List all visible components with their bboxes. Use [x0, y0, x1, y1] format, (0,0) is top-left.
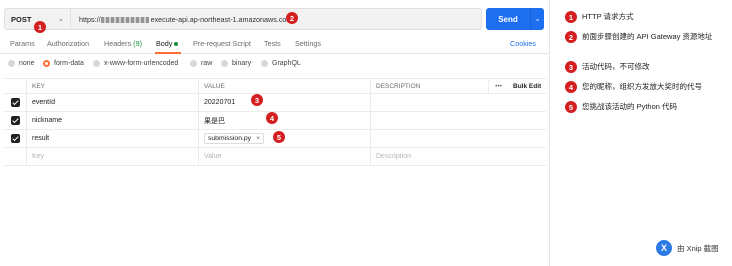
legend-badge: 1 — [565, 11, 577, 23]
radio-none[interactable]: none — [8, 60, 35, 67]
key-cell[interactable]: nickname — [26, 112, 198, 129]
row-enabled-checkbox[interactable] — [10, 98, 20, 107]
legend-badge: 2 — [565, 31, 577, 43]
send-options-chevron-icon[interactable]: ⌄ — [530, 8, 544, 30]
tab-pre-request-script[interactable]: Pre-request Script — [193, 39, 251, 48]
tab-settings[interactable]: Settings — [295, 39, 321, 48]
value-cell[interactable]: 20220701 — [198, 94, 370, 111]
request-tabs: Params Authorization Headers (9) Body Pr… — [0, 34, 550, 54]
column-value: VALUE — [198, 79, 370, 93]
radio-graphql[interactable]: GraphQL — [261, 60, 301, 67]
description-cell[interactable] — [370, 112, 488, 129]
url-input[interactable]: https:// execute-api.ap-northeast-1.amazo… — [71, 15, 292, 24]
send-button[interactable]: Send — [486, 8, 530, 30]
table-row-placeholder: Key Value Description — [4, 148, 546, 166]
url-redacted — [100, 16, 149, 23]
radio-raw[interactable]: raw — [190, 60, 212, 67]
description-cell[interactable] — [370, 130, 488, 147]
row-enabled-checkbox[interactable] — [10, 134, 20, 143]
value-cell[interactable]: 果是巴 — [198, 112, 370, 129]
tab-params[interactable]: Params — [10, 39, 35, 48]
legend-badge: 4 — [565, 81, 577, 93]
column-key: KEY — [26, 79, 198, 93]
tab-tests[interactable]: Tests — [264, 39, 281, 48]
table-row: eventId 20220701 — [4, 94, 546, 112]
legend-item-5: 5 您挑战该活动的 Python 代码 — [565, 101, 722, 113]
tab-headers[interactable]: Headers (9) — [104, 39, 142, 48]
callout-badge-1: 1 — [34, 21, 46, 33]
row-enabled-checkbox[interactable] — [10, 116, 20, 125]
file-chip[interactable]: submission.py × — [204, 133, 265, 144]
value-placeholder[interactable]: Value — [198, 148, 370, 165]
radio-binary[interactable]: binary — [221, 60, 251, 67]
method-label: POST — [11, 14, 32, 24]
legend-text: 前面步骤创建的 API Gateway 资源地址 — [582, 32, 713, 41]
legend-badge: 3 — [565, 61, 577, 73]
url-prefix: https:// — [79, 14, 101, 24]
key-placeholder[interactable]: Key — [26, 148, 198, 165]
url-suffix: execute-api.ap-northeast-1.amazonaws.com — [150, 14, 293, 24]
legend-badge: 5 — [565, 101, 577, 113]
cookies-link[interactable]: Cookies — [510, 39, 536, 48]
remove-file-icon[interactable]: × — [256, 135, 260, 142]
legend-text: 您的昵称，组织方发放大奖时的代号 — [582, 82, 702, 91]
callout-badge-2: 2 — [286, 12, 298, 24]
xnip-logo-icon: X — [656, 240, 672, 256]
legend-text: 活动代码，不可修改 — [582, 62, 650, 71]
column-description: DESCRIPTION — [370, 79, 488, 93]
legend-text: HTTP 请求方式 — [582, 12, 634, 21]
xnip-label: 由 Xnip 截图 — [677, 243, 719, 253]
table-header-row: KEY VALUE DESCRIPTION ••• Bulk Edit — [4, 78, 546, 94]
description-cell[interactable] — [370, 94, 488, 111]
radio-x-www-form-urlencoded[interactable]: x-www-form-urlencoded — [93, 60, 178, 67]
legend-item-3: 3 活动代码，不可修改 — [565, 61, 722, 73]
body-type-options: none form-data x-www-form-urlencoded raw… — [0, 58, 550, 72]
callout-badge-5: 5 — [273, 131, 285, 143]
tab-authorization[interactable]: Authorization — [47, 39, 89, 48]
key-cell[interactable]: eventId — [26, 94, 198, 111]
file-name: submission.py — [208, 135, 252, 142]
legend-text: 您挑战该活动的 Python 代码 — [582, 102, 678, 111]
tab-body[interactable]: Body — [156, 39, 179, 48]
legend-item-4: 4 您的昵称，组织方发放大奖时的代号 — [565, 81, 722, 93]
legend-item-1: 1 HTTP 请求方式 — [565, 11, 722, 23]
xnip-watermark: X 由 Xnip 截图 — [656, 240, 719, 256]
chevron-down-icon: ⌄ — [58, 16, 64, 23]
more-options-icon[interactable]: ••• — [488, 79, 508, 93]
key-cell[interactable]: result — [26, 130, 198, 147]
bulk-edit-button[interactable]: Bulk Edit — [508, 79, 546, 93]
description-placeholder[interactable]: Description — [370, 148, 488, 165]
legend-item-2: 2 前面步骤创建的 API Gateway 资源地址 — [565, 31, 722, 43]
annotation-legend: 1 HTTP 请求方式 2 前面步骤创建的 API Gateway 资源地址 3… — [551, 0, 732, 266]
callout-badge-4: 4 — [266, 112, 278, 124]
body-active-dot — [174, 42, 179, 47]
active-tab-indicator — [155, 52, 181, 54]
request-bar: POST ⌄ https:// execute-api.ap-northeast-… — [4, 8, 482, 30]
callout-badge-3: 3 — [251, 94, 263, 106]
headers-count: (9) — [133, 39, 142, 48]
radio-form-data[interactable]: form-data — [43, 60, 84, 67]
postman-request-panel: POST ⌄ https:// execute-api.ap-northeast-… — [0, 0, 550, 266]
